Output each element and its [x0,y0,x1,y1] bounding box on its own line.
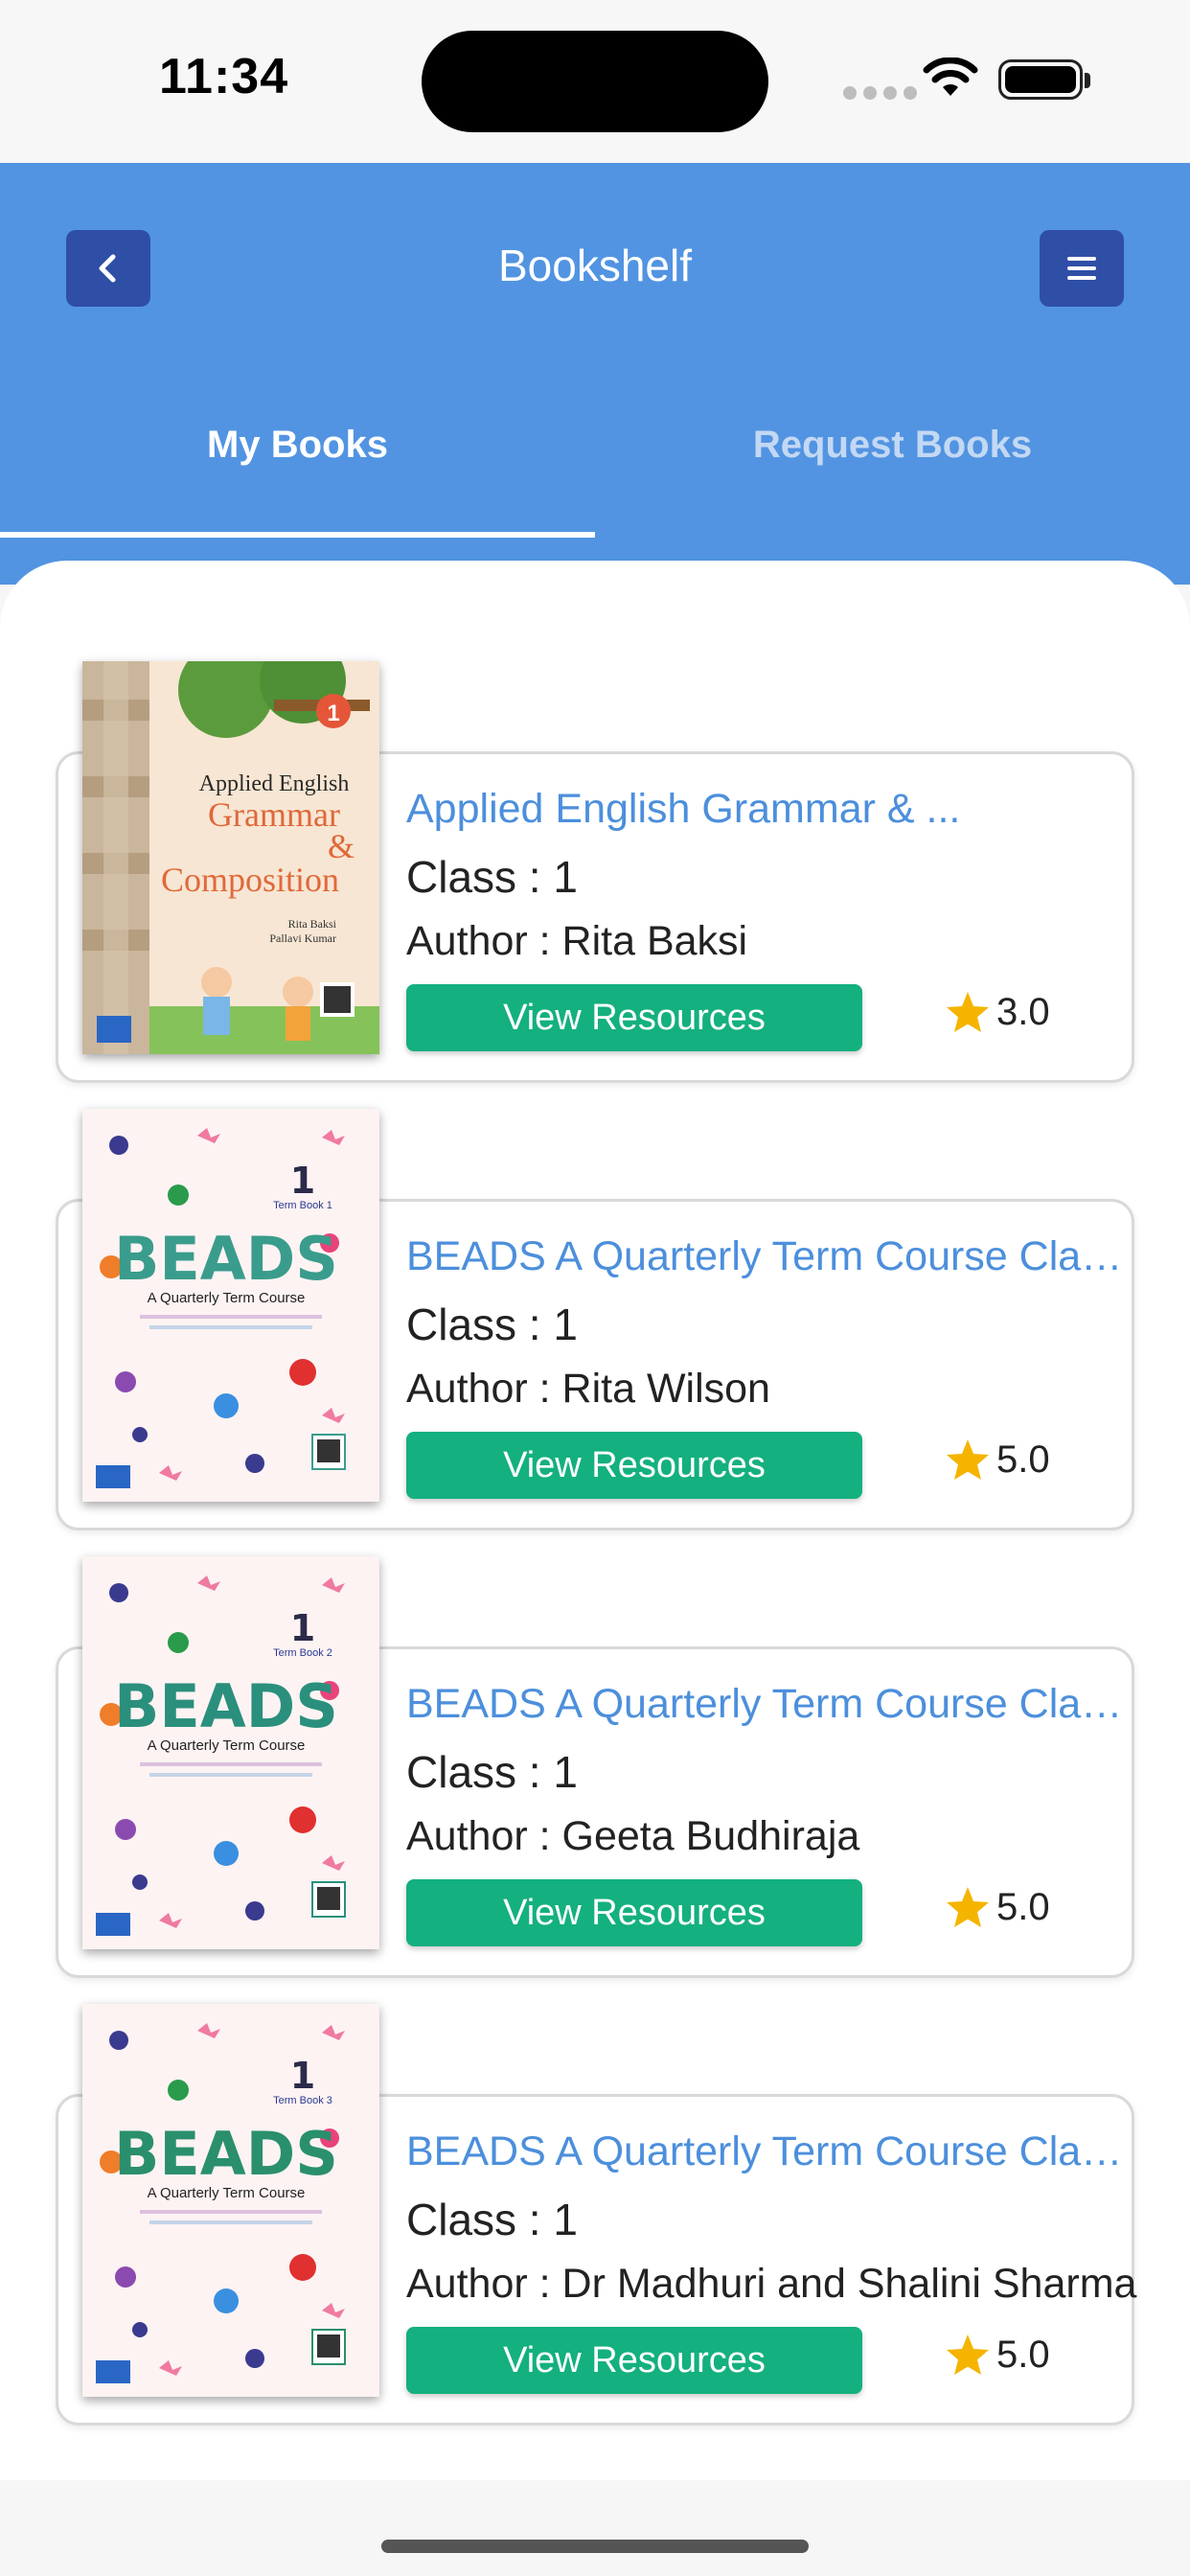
home-indicator[interactable] [381,2540,809,2553]
svg-text:BEADS: BEADS [114,1224,338,1294]
book-class: Class : 1 [406,1300,578,1349]
rating-value: 5.0 [996,2333,1050,2376]
book-item: 1 Term Book 3 BEADS A Quarterly Term Cou… [0,2004,1190,2464]
tab-my-books[interactable]: My Books [0,424,595,467]
beads-cover-art: 1 Term Book 1 BEADS A Quarterly Term Cou… [82,1109,379,1502]
menu-button[interactable] [1040,230,1124,307]
book-title-link[interactable]: BEADS A Quarterly Term Course Class ... [406,1233,1134,1280]
book-author: Author : Rita Wilson [406,1366,770,1412]
battery-icon [998,59,1083,100]
svg-text:A Quarterly Term Course: A Quarterly Term Course [148,1737,306,1754]
rating-value: 5.0 [996,1438,1050,1481]
status-bar: 11:34 [0,0,1190,163]
view-resources-button[interactable]: View Resources [406,1879,862,1946]
svg-text:1: 1 [290,1607,315,1649]
book-cover-image[interactable]: 1 Applied English Grammar & Composition … [82,661,379,1054]
book-rating: 5.0 [945,1438,1050,1482]
svg-text:Term Book 1: Term Book 1 [273,1200,332,1211]
tab-request-books[interactable]: Request Books [595,424,1190,467]
book-rating: 5.0 [945,2333,1050,2377]
book-cover-image[interactable]: 1 Term Book 3 BEADS A Quarterly Term Cou… [82,2004,379,2397]
book-cover-image[interactable]: 1 Term Book 1 BEADS A Quarterly Term Cou… [82,1109,379,1502]
app-header: Bookshelf My Books Request Books [0,163,1190,585]
book-rating: 3.0 [945,990,1050,1034]
star-icon [947,2334,989,2375]
dynamic-island [422,31,768,132]
beads-cover-art: 1 Term Book 2 BEADS A Quarterly Term Cou… [82,1556,379,1949]
book-list: 1 Applied English Grammar & Composition … [0,561,1190,2480]
svg-text:Pallavi Kumar: Pallavi Kumar [269,932,336,945]
status-time: 11:34 [159,49,289,104]
book-item: 1 Term Book 2 BEADS A Quarterly Term Cou… [0,1556,1190,2016]
beads-cover-art: 1 Term Book 3 BEADS A Quarterly Term Cou… [82,2004,379,2397]
svg-text:Composition: Composition [161,861,339,899]
book-title-link[interactable]: BEADS A Quarterly Term Course Class ... [406,2128,1134,2175]
svg-text:Term Book 3: Term Book 3 [273,2095,332,2106]
book-item: 1 Applied English Grammar & Composition … [0,661,1190,1121]
grammar-cover-art: 1 Applied English Grammar & Composition … [82,661,379,1054]
star-icon [947,1887,989,1927]
rating-value: 3.0 [996,990,1050,1033]
battery-tip [1085,73,1090,88]
book-cover-image[interactable]: 1 Term Book 2 BEADS A Quarterly Term Cou… [82,1556,379,1949]
wifi-icon [923,58,978,96]
book-title-link[interactable]: BEADS A Quarterly Term Course Class ... [406,1681,1134,1728]
book-title-link[interactable]: Applied English Grammar & ... [406,786,1134,833]
svg-text:1: 1 [290,1160,315,1202]
svg-text:Grammar: Grammar [208,795,340,834]
book-class: Class : 1 [406,2195,578,2244]
star-icon [947,1439,989,1480]
home-area [0,2480,1190,2576]
book-class: Class : 1 [406,852,578,902]
hamburger-icon [1067,257,1096,280]
view-resources-button[interactable]: View Resources [406,2327,862,2394]
svg-text:BEADS: BEADS [114,2119,338,2189]
view-resources-button[interactable]: View Resources [406,1432,862,1499]
cellular-signal-icon [843,86,917,100]
svg-text:1: 1 [290,2055,315,2097]
book-item: 1 Term Book 1 BEADS A Quarterly Term Cou… [0,1109,1190,1569]
book-author: Author : Rita Baksi [406,918,748,964]
active-tab-indicator [0,532,595,538]
svg-text:1: 1 [327,701,339,726]
svg-text:&: & [328,827,355,865]
svg-text:A Quarterly Term Course: A Quarterly Term Course [148,2185,306,2201]
book-class: Class : 1 [406,1747,578,1797]
view-resources-button[interactable]: View Resources [406,984,862,1051]
svg-text:A Quarterly Term Course: A Quarterly Term Course [148,1290,306,1306]
svg-text:BEADS: BEADS [114,1671,338,1741]
svg-text:Applied English: Applied English [199,771,350,796]
book-rating: 5.0 [945,1885,1050,1929]
book-author: Author : Dr Madhuri and Shalini Sharma [406,2261,1137,2307]
star-icon [947,992,989,1032]
book-author: Author : Geeta Budhiraja [406,1813,860,1859]
svg-text:Rita Baksi: Rita Baksi [288,917,337,931]
page-title: Bookshelf [497,241,692,290]
svg-text:Term Book 2: Term Book 2 [273,1647,332,1659]
rating-value: 5.0 [996,1885,1050,1928]
